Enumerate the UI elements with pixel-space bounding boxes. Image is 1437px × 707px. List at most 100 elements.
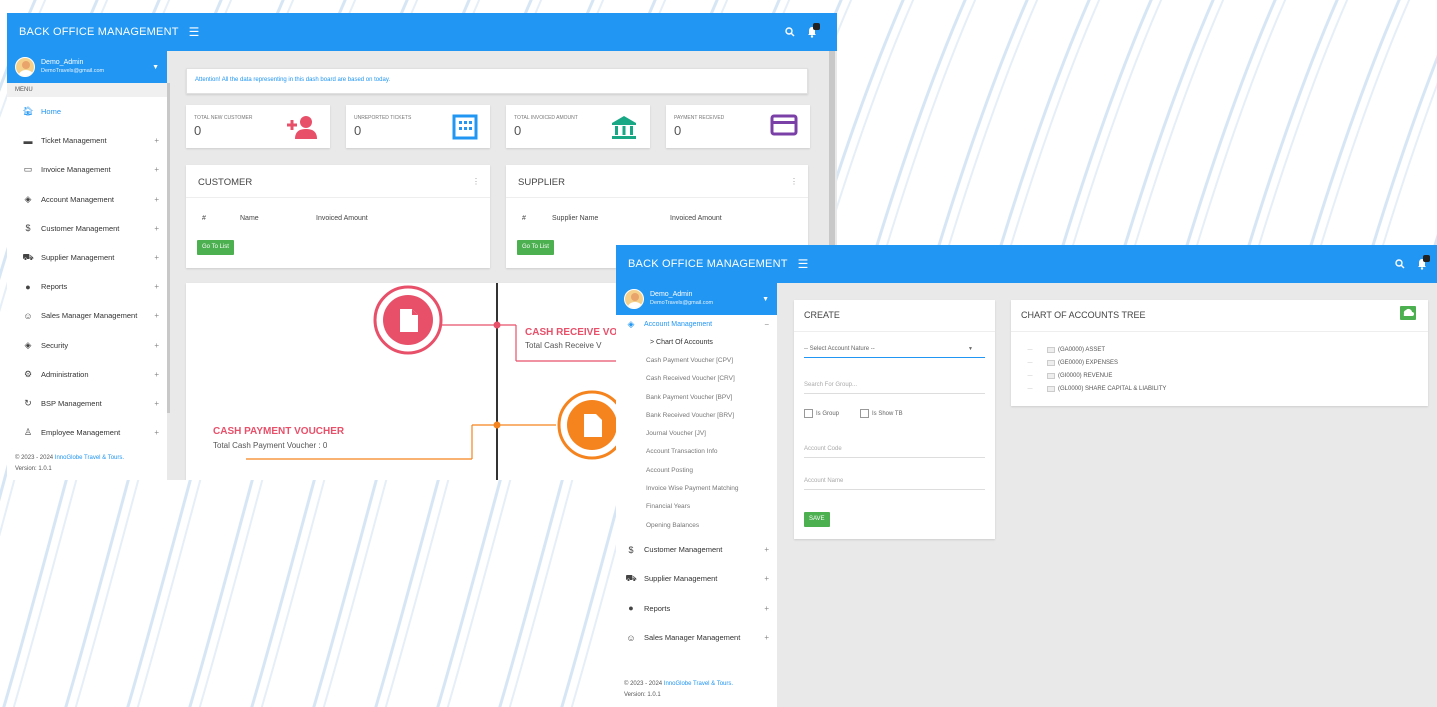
checkbox-box [804, 409, 813, 418]
user-info[interactable]: Demo_Admin DemoTravels@gmail.com ▼ [616, 283, 777, 315]
sidebar-item-security[interactable]: ◈ Security + [7, 331, 167, 360]
sidebar-subitem[interactable]: Invoice Wise Payment Matching [616, 480, 777, 498]
sidebar-item-home[interactable]: 🏠︎ Home [7, 97, 167, 126]
supplier-go-to-list-button[interactable]: Go To List [517, 240, 554, 255]
sidebar-subitem-chart-of-accounts[interactable]: > Chart Of Accounts [616, 334, 777, 352]
stat-card: PAYMENT RECEIVED 0 [666, 105, 810, 148]
menu-toggle-icon[interactable]: ☰ [798, 257, 809, 271]
stat-label: TOTAL INVOICED AMOUNT [514, 115, 578, 121]
sidebar-item-supplier-management[interactable]: ⛟ Supplier Management + [616, 564, 777, 593]
expand-icon[interactable]: + [764, 633, 769, 642]
menu-toggle-icon[interactable]: ☰ [189, 25, 200, 39]
expand-icon[interactable]: + [154, 341, 159, 350]
brand-title[interactable]: BACK OFFICE MANAGEMENT [628, 258, 788, 270]
tree-node[interactable]: ····· (GL0000) SHARE CAPITAL & LIABILITY [1027, 382, 1166, 395]
cart-icon: ⛟ [625, 572, 637, 583]
stat-label: UNREPORTED TICKETS [354, 115, 412, 121]
sidebar-item-reports[interactable]: ● Reports + [616, 594, 777, 623]
user-info[interactable]: Demo_Admin DemoTravels@gmail.com ▼ [7, 51, 167, 83]
sidebar-subitem[interactable]: Account Transaction Info [616, 443, 777, 461]
account-name-input[interactable]: Account Name [804, 478, 985, 490]
expand-icon[interactable]: + [154, 224, 159, 233]
sidebar-subitem[interactable]: Cash Received Voucher [CRV] [616, 370, 777, 388]
is-show-tb-checkbox[interactable]: Is Show TB [860, 409, 903, 418]
expand-icon[interactable]: + [154, 195, 159, 204]
notification-bell-icon[interactable] [807, 23, 820, 38]
footer-company-link[interactable]: InnoGlobe Travel & Tours. [55, 455, 124, 461]
more-options-icon[interactable]: ⋮ [790, 177, 798, 186]
sidebar-item-sales-manager-management[interactable]: ☺ Sales Manager Management + [616, 623, 777, 652]
sidebar-subitem[interactable]: Bank Payment Voucher [BPV] [616, 389, 777, 407]
sidebar-subitem[interactable]: Financial Years [616, 498, 777, 516]
sidebar-item-invoice-management[interactable]: ▭ Invoice Management + [7, 155, 167, 184]
sidebar: Demo_Admin DemoTravels@gmail.com ▼ ◈ Acc… [616, 283, 777, 707]
alert-strong: Attention! [195, 77, 221, 83]
page-scrollbar[interactable] [829, 51, 835, 246]
sidebar-item-bsp-management[interactable]: ↻ BSP Management + [7, 389, 167, 418]
save-button[interactable]: SAVE [804, 512, 830, 527]
sidebar-item-reports[interactable]: ● Reports + [7, 272, 167, 301]
sidebar-subitem[interactable]: Account Posting [616, 462, 777, 480]
sidebar-item-customer-management[interactable]: $ Customer Management + [616, 535, 777, 564]
info-icon: ● [25, 281, 31, 292]
expand-icon[interactable]: + [154, 428, 159, 437]
sidebar-item-customer-management[interactable]: $ Customer Management + [7, 214, 167, 243]
sidebar-item-employee-management[interactable]: ♙ Employee Management + [7, 418, 167, 447]
sidebar-item-label: Reports [41, 282, 68, 292]
tree-connector: ····· [1027, 385, 1033, 392]
brand-title[interactable]: BACK OFFICE MANAGEMENT [19, 26, 179, 38]
chevron-down-icon[interactable]: ▼ [152, 64, 159, 71]
expand-icon[interactable]: + [764, 574, 769, 583]
sidebar-item-label: Security [41, 340, 69, 350]
sidebar-item-sales-manager-management[interactable]: ☺ Sales Manager Management + [7, 301, 167, 330]
expand-icon[interactable]: + [154, 370, 159, 379]
col-supplier-name: Supplier Name [552, 215, 599, 222]
sidebar-item-account-management[interactable]: ◈ Account Management − [616, 315, 777, 334]
customer-go-to-list-button[interactable]: Go To List [197, 240, 234, 255]
footer-version: Version: 1.0.1 [624, 692, 661, 698]
expand-icon[interactable]: + [154, 399, 159, 408]
sidebar-item-label: Ticket Management [41, 136, 107, 146]
shield-icon: ◈ [24, 339, 32, 350]
expand-icon[interactable]: + [154, 136, 159, 145]
account-code-input[interactable]: Account Code [804, 446, 985, 458]
tree-connector: ····· [1027, 346, 1033, 353]
search-icon[interactable] [785, 27, 795, 37]
sidebar-subitem[interactable]: Bank Received Voucher [BRV] [616, 407, 777, 425]
top-navbar: BACK OFFICE MANAGEMENT ☰ [7, 13, 837, 51]
expand-icon[interactable]: + [764, 545, 769, 554]
collapse-icon[interactable]: − [764, 320, 769, 329]
card-icon [770, 114, 798, 141]
sidebar-item-label: Sales Manager Management [644, 633, 741, 642]
sidebar-subitem[interactable]: Opening Balances [616, 517, 777, 535]
footer-company-link[interactable]: InnoGlobe Travel & Tours. [664, 681, 733, 687]
expand-icon[interactable]: + [764, 604, 769, 613]
download-icon[interactable] [1400, 306, 1416, 320]
sidebar-item-account-management[interactable]: ◈ Account Management + [7, 185, 167, 214]
sidebar-item-administration[interactable]: ⚙ Administration + [7, 360, 167, 389]
menu-header: MENU [7, 83, 167, 97]
expand-icon[interactable]: + [154, 165, 159, 174]
chart-of-accounts-tree-card: CHART OF ACCOUNTS TREE ····· (GA0000) ASS… [1011, 300, 1428, 406]
more-options-icon[interactable]: ⋮ [472, 177, 480, 186]
chevron-down-icon[interactable]: ▼ [762, 296, 769, 303]
tree-node[interactable]: ····· (GE0000) EXPENSES [1027, 356, 1166, 369]
account-nature-select[interactable]: -- Select Account Nature -- ▼ [804, 346, 985, 358]
stat-label: PAYMENT RECEIVED [674, 115, 725, 121]
expand-icon[interactable]: + [154, 282, 159, 291]
sidebar-subitem[interactable]: Cash Payment Voucher [CPV] [616, 352, 777, 370]
sidebar-footer: © 2023 - 2024 InnoGlobe Travel & Tours. … [7, 447, 167, 480]
expand-icon[interactable]: + [154, 253, 159, 262]
sidebar-item-ticket-management[interactable]: ▬ Ticket Management + [7, 126, 167, 155]
tree-node[interactable]: ····· (GI0000) REVENUE [1027, 369, 1166, 382]
sidebar-item-supplier-management[interactable]: ⛟ Supplier Management + [7, 243, 167, 272]
search-group-input[interactable]: Search For Group... [804, 382, 985, 394]
is-group-checkbox[interactable]: Is Group [804, 409, 839, 418]
notification-bell-icon[interactable] [1417, 255, 1430, 270]
sidebar-subitem[interactable]: Journal Voucher [JV] [616, 425, 777, 443]
expand-icon[interactable]: + [154, 311, 159, 320]
sidebar-scrollbar[interactable] [167, 83, 170, 413]
tree-node[interactable]: ····· (GA0000) ASSET [1027, 343, 1166, 356]
stat-value: 0 [354, 123, 362, 138]
search-icon[interactable] [1395, 259, 1405, 269]
